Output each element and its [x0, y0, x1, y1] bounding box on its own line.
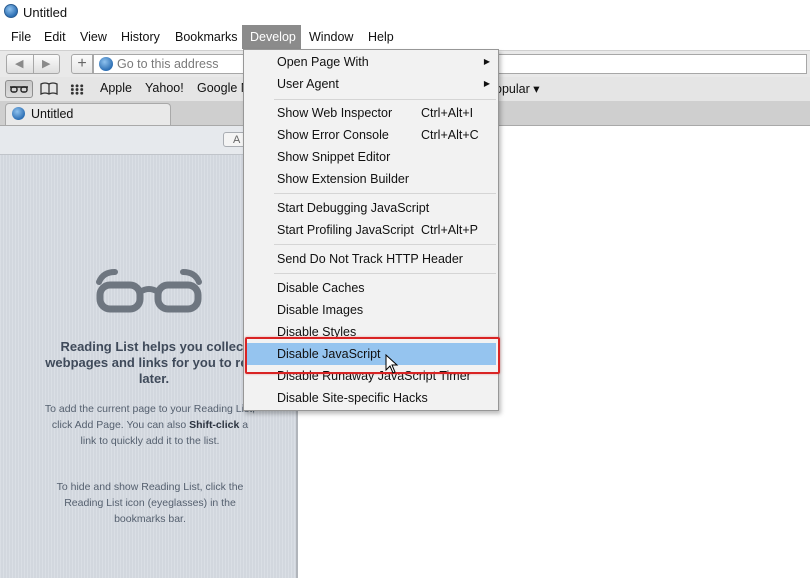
- menu-develop[interactable]: Develop: [242, 25, 301, 49]
- menu-edit[interactable]: Edit: [36, 25, 74, 49]
- tab-label: Untitled: [31, 107, 74, 121]
- reading-list-heading: Reading List helps you collect webpages …: [45, 339, 263, 386]
- menu-item-user-agent[interactable]: User Agent ▶: [246, 73, 496, 95]
- add-bookmark-button[interactable]: +: [71, 54, 93, 74]
- globe-icon: [99, 57, 113, 71]
- tab-globe-icon: [12, 107, 25, 120]
- bookmark-google[interactable]: Google N: [197, 81, 250, 95]
- menu-separator: [274, 244, 496, 245]
- bookmark-yahoo[interactable]: Yahoo!: [145, 81, 184, 95]
- menu-item-start-profiling-js[interactable]: Start Profiling JavaScript Ctrl+Alt+P: [246, 219, 496, 241]
- menu-window[interactable]: Window: [301, 25, 361, 49]
- book-icon[interactable]: [39, 82, 59, 96]
- menu-item-disable-caches[interactable]: Disable Caches: [246, 277, 496, 299]
- back-button[interactable]: ◀: [15, 57, 23, 70]
- reading-list-button[interactable]: [5, 80, 33, 98]
- menu-item-start-debugging-js[interactable]: Start Debugging JavaScript: [246, 197, 496, 219]
- menu-item-show-extension-builder[interactable]: Show Extension Builder: [246, 168, 496, 190]
- menu-item-show-web-inspector[interactable]: Show Web Inspector Ctrl+Alt+I: [246, 102, 496, 124]
- annotation-highlight-box: [245, 337, 500, 374]
- menu-separator: [274, 193, 496, 194]
- menu-item-send-do-not-track[interactable]: Send Do Not Track HTTP Header: [246, 248, 496, 270]
- reading-list-instructions: To add the current page to your Reading …: [44, 403, 256, 447]
- menu-file[interactable]: File: [3, 25, 39, 49]
- menu-bookmarks[interactable]: Bookmarks: [167, 25, 246, 49]
- menu-item-disable-site-hacks[interactable]: Disable Site-specific Hacks: [246, 387, 496, 409]
- safari-globe-icon: [4, 4, 18, 18]
- reading-list-toggle-hint: To hide and show Reading List, click the…: [56, 481, 244, 525]
- forward-button[interactable]: ▶: [42, 57, 50, 70]
- eyeglasses-icon: [10, 86, 28, 93]
- window-title: Untitled: [23, 5, 68, 20]
- back-forward-buttons: ◀ ▶: [6, 54, 60, 74]
- submenu-arrow-icon: ▶: [483, 79, 490, 88]
- tab-untitled[interactable]: Untitled: [5, 103, 171, 125]
- menu-item-show-error-console[interactable]: Show Error Console Ctrl+Alt+C: [246, 124, 496, 146]
- menu-bar: File Edit View History Bookmarks Develop…: [0, 25, 810, 49]
- menu-separator: [274, 273, 496, 274]
- eyeglasses-icon: [96, 269, 202, 313]
- menu-item-open-page-with[interactable]: Open Page With ▶: [246, 51, 496, 73]
- menu-history[interactable]: History: [113, 25, 168, 49]
- bookmark-apple[interactable]: Apple: [100, 81, 132, 95]
- mouse-cursor-icon: [385, 354, 399, 374]
- menu-view[interactable]: View: [72, 25, 115, 49]
- submenu-arrow-icon: ▶: [483, 57, 490, 66]
- bookmark-popular[interactable]: opular ▾: [495, 81, 540, 96]
- menu-item-disable-images[interactable]: Disable Images: [246, 299, 496, 321]
- menu-separator: [274, 99, 496, 100]
- menu-help[interactable]: Help: [360, 25, 402, 49]
- menu-item-show-snippet-editor[interactable]: Show Snippet Editor: [246, 146, 496, 168]
- address-input[interactable]: [117, 56, 257, 72]
- top-sites-grid-icon[interactable]: [70, 84, 84, 95]
- title-bar: Untitled: [0, 0, 810, 24]
